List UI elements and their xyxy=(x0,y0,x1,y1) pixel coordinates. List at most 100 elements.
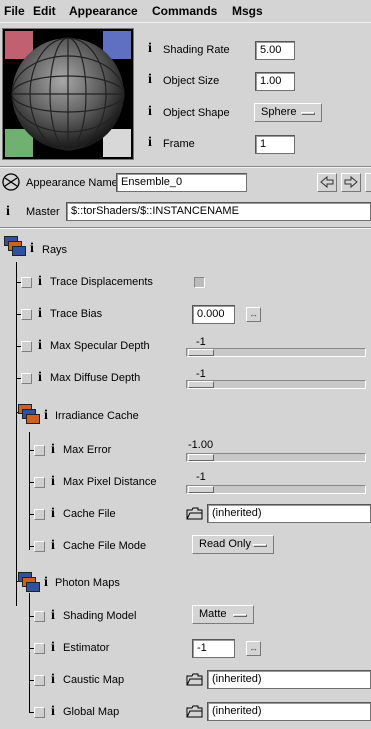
cache-file-mode-label: Cache File Mode xyxy=(63,540,147,552)
rays-title: Rays xyxy=(42,244,68,256)
menu-appearance[interactable]: Appearance xyxy=(69,4,138,18)
folder-browse-icon[interactable] xyxy=(186,673,203,686)
max-pixel-distance-value: -1 xyxy=(196,471,206,483)
info-icon[interactable]: i xyxy=(148,72,152,88)
menu-bar: File Edit Appearance Commands Msgs xyxy=(0,0,371,22)
max-specular-depth-label: Max Specular Depth xyxy=(50,340,150,352)
section-divider xyxy=(0,166,371,168)
info-icon[interactable]: i xyxy=(38,306,42,322)
menu-edit[interactable]: Edit xyxy=(33,4,56,18)
shading-rate-field[interactable]: 5.00 xyxy=(255,41,295,60)
enable-checkbox[interactable] xyxy=(34,643,45,654)
trace-displacements-label: Trace Displacements xyxy=(50,276,153,288)
enable-checkbox[interactable] xyxy=(34,707,45,718)
enable-checkbox[interactable] xyxy=(34,509,45,520)
option-menu-indicator-icon xyxy=(253,544,267,547)
frame-label: Frame xyxy=(163,138,195,150)
max-specular-depth-value: -1 xyxy=(196,336,206,348)
estimator-label: Estimator xyxy=(63,642,110,654)
slider-thumb[interactable] xyxy=(188,349,214,356)
enable-checkbox[interactable] xyxy=(34,445,45,456)
back-arrow-icon[interactable] xyxy=(317,173,337,192)
shading-rate-label: Shading Rate xyxy=(163,44,230,56)
info-icon[interactable]: i xyxy=(51,704,55,720)
info-icon[interactable]: i xyxy=(51,538,55,554)
shading-model-value: Matte xyxy=(199,608,227,620)
drag-adjust-icon[interactable]: ↔ xyxy=(246,307,261,322)
appearance-icon[interactable] xyxy=(0,172,22,192)
menu-file[interactable]: File xyxy=(4,4,25,18)
slider-thumb[interactable] xyxy=(188,454,214,461)
info-icon[interactable]: i xyxy=(51,672,55,688)
enable-checkbox[interactable] xyxy=(21,373,32,384)
enable-checkbox[interactable] xyxy=(21,341,32,352)
photon-maps-folder-icon[interactable] xyxy=(18,572,44,594)
estimator-field[interactable]: -1 xyxy=(192,639,235,658)
enable-checkbox[interactable] xyxy=(34,541,45,552)
slider-thumb[interactable] xyxy=(188,486,214,493)
section-divider xyxy=(0,227,371,229)
cache-file-field[interactable]: (inherited) xyxy=(207,504,371,523)
info-icon[interactable]: i xyxy=(51,442,55,458)
info-icon[interactable]: i xyxy=(38,370,42,386)
irradiance-folder-icon[interactable] xyxy=(18,404,44,426)
info-icon[interactable]: i xyxy=(51,640,55,656)
max-error-slider[interactable] xyxy=(186,453,366,462)
caustic-map-label: Caustic Map xyxy=(63,674,125,686)
folder-browse-icon[interactable] xyxy=(186,705,203,718)
appearance-name-field[interactable]: Ensemble_0 xyxy=(116,173,247,192)
max-error-value: -1.00 xyxy=(188,439,214,451)
forward-arrow-icon[interactable] xyxy=(341,173,361,192)
info-icon[interactable]: i xyxy=(38,338,42,354)
object-size-field[interactable]: 1.00 xyxy=(255,72,295,91)
info-icon[interactable]: i xyxy=(148,104,152,120)
enable-checkbox[interactable] xyxy=(34,477,45,488)
master-field[interactable]: $::torShaders/$::INSTANCENAME xyxy=(66,202,371,221)
caustic-map-field[interactable]: (inherited) xyxy=(207,670,371,689)
max-diffuse-depth-slider[interactable] xyxy=(186,380,366,389)
object-shape-label: Object Shape xyxy=(163,107,230,119)
extra-nav-button[interactable] xyxy=(365,173,371,192)
max-pixel-distance-label: Max Pixel Distance xyxy=(63,476,157,488)
enable-checkbox[interactable] xyxy=(21,309,32,320)
enable-checkbox[interactable] xyxy=(34,675,45,686)
shading-model-menu[interactable]: Matte xyxy=(192,605,254,624)
info-icon[interactable]: i xyxy=(148,135,152,151)
option-menu-indicator-icon xyxy=(301,112,315,115)
sphere-icon xyxy=(11,37,125,151)
trace-bias-label: Trace Bias xyxy=(50,308,103,320)
global-map-field[interactable]: (inherited) xyxy=(207,702,371,721)
menu-commands[interactable]: Commands xyxy=(152,4,217,18)
trace-displacements-checkbox[interactable] xyxy=(194,277,205,288)
cache-file-mode-menu[interactable]: Read Only xyxy=(192,535,274,554)
info-icon[interactable]: i xyxy=(44,575,48,591)
max-specular-depth-slider[interactable] xyxy=(186,348,366,357)
info-icon[interactable]: i xyxy=(30,241,34,257)
menu-msgs[interactable]: Msgs xyxy=(232,4,263,18)
info-icon[interactable]: i xyxy=(51,506,55,522)
frame-field[interactable]: 1 xyxy=(255,135,295,154)
info-icon[interactable]: i xyxy=(38,274,42,290)
irradiance-title: Irradiance Cache xyxy=(55,410,139,422)
tree-line xyxy=(29,593,30,713)
trace-bias-field[interactable]: 0.000 xyxy=(192,305,235,324)
cache-file-mode-value: Read Only xyxy=(199,538,251,550)
max-error-label: Max Error xyxy=(63,444,112,456)
option-menu-indicator-icon xyxy=(233,614,247,617)
menu-divider xyxy=(0,22,371,23)
max-pixel-distance-slider[interactable] xyxy=(186,485,366,494)
rays-folder-icon[interactable] xyxy=(4,236,30,258)
slider-thumb[interactable] xyxy=(188,381,214,388)
info-icon[interactable]: i xyxy=(44,408,48,424)
folder-browse-icon[interactable] xyxy=(186,507,203,520)
object-shape-menu[interactable]: Sphere xyxy=(254,103,322,122)
enable-checkbox[interactable] xyxy=(21,277,32,288)
drag-adjust-icon[interactable]: ↔ xyxy=(246,641,261,656)
info-icon[interactable]: i xyxy=(51,474,55,490)
info-icon[interactable]: i xyxy=(6,204,10,220)
shading-model-label: Shading Model xyxy=(63,610,137,622)
shader-preview[interactable] xyxy=(2,28,134,160)
enable-checkbox[interactable] xyxy=(34,611,45,622)
info-icon[interactable]: i xyxy=(51,608,55,624)
info-icon[interactable]: i xyxy=(148,41,152,57)
